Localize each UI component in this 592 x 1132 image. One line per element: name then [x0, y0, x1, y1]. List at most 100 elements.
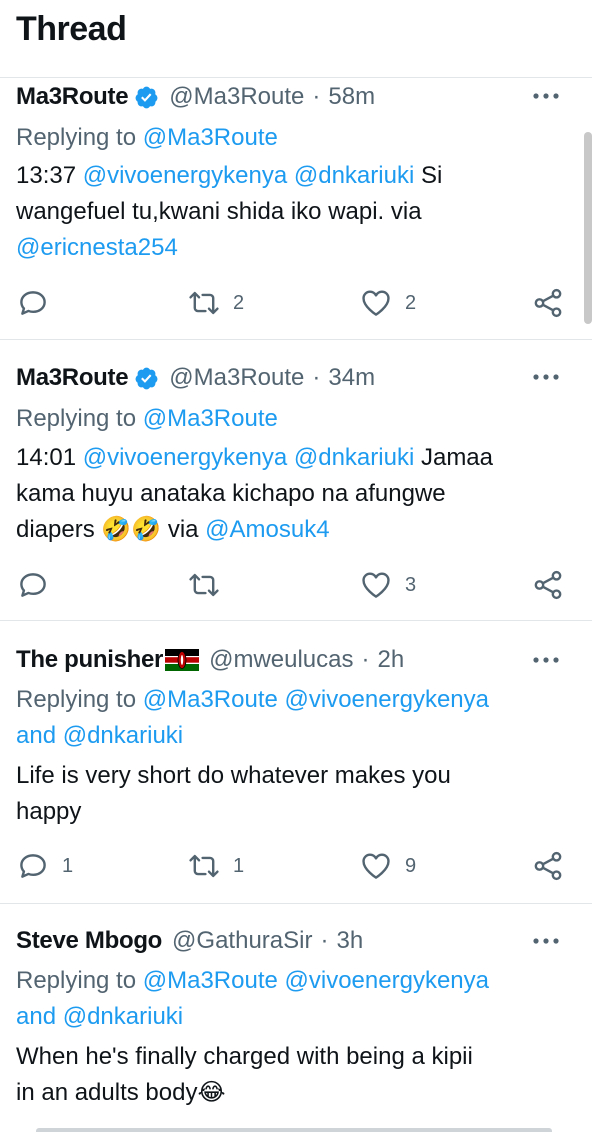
share-button[interactable] — [531, 565, 565, 605]
retweet-count: 2 — [233, 291, 245, 314]
mention-link[interactable]: @dnkariuki — [294, 444, 414, 471]
replying-to: Replying to @Ma3Route — [16, 124, 278, 151]
share-button[interactable] — [531, 846, 565, 886]
timestamp[interactable]: 2h — [378, 646, 405, 674]
like-button[interactable]: 3 — [359, 565, 416, 605]
heart-icon — [362, 853, 390, 879]
replying-to-and[interactable]: and @dnkariuki — [16, 999, 489, 1035]
tweet-text-segment: wangefuel tu,kwani shida iko wapi. via — [16, 198, 422, 225]
replying-to: Replying to @Ma3Route @vivoenergykenya a… — [16, 682, 489, 754]
kenya-flag-icon — [165, 649, 200, 671]
share-icon — [534, 570, 562, 600]
more-options-icon[interactable] — [530, 84, 562, 108]
more-options-icon[interactable] — [530, 365, 562, 389]
share-icon — [534, 288, 562, 318]
author-handle[interactable]: @Ma3Route — [169, 364, 304, 392]
tweet-text-segment: 13:37 — [16, 162, 83, 189]
tweet-text-segment: 14:01 — [16, 444, 83, 471]
retweet-count: 1 — [233, 854, 245, 877]
tweet-actions: 3 — [0, 565, 592, 605]
mention-link[interactable]: @vivoenergykenya — [83, 162, 287, 189]
tweet-actions: 2 2 — [0, 283, 592, 323]
tweet-header: Ma3Route @Ma3Route · 58m — [16, 80, 592, 114]
reply-button[interactable]: 1 — [16, 846, 73, 886]
retweet-icon — [189, 291, 219, 315]
tweet-header: Ma3Route @Ma3Route · 34m — [16, 361, 592, 395]
retweet-button[interactable]: 1 — [187, 846, 244, 886]
tweet-text-line: @ericnesta254 — [16, 230, 561, 266]
replying-to-and[interactable]: and @dnkariuki — [16, 718, 489, 754]
mention-link[interactable]: @vivoenergykenya — [83, 444, 287, 471]
tweet[interactable]: Ma3Route @Ma3Route · 34m Replying to @Ma… — [0, 341, 592, 621]
thread-header: Thread — [0, 0, 592, 78]
more-options-icon[interactable] — [530, 648, 562, 672]
like-count: 9 — [405, 854, 417, 877]
retweet-icon — [189, 573, 219, 597]
bottom-edge-bar — [36, 1128, 552, 1132]
tweet-text: Life is very short do whatever makes you… — [16, 758, 561, 830]
tweet-text-line: in an adults body😂 — [16, 1075, 561, 1111]
like-button[interactable]: 2 — [359, 283, 416, 323]
tweet-text-segment: diapers 🤣🤣 via — [16, 516, 206, 543]
replying-to: Replying to @Ma3Route @vivoenergykenya a… — [16, 963, 489, 1035]
timestamp[interactable]: 34m — [328, 364, 375, 392]
tweet-text-line: When he's finally charged with being a k… — [16, 1039, 561, 1075]
tweet-text-line: wangefuel tu,kwani shida iko wapi. via — [16, 194, 561, 230]
retweet-icon — [189, 854, 219, 878]
mention-link[interactable]: @dnkariuki — [294, 162, 414, 189]
tweet-actions: 1 1 9 — [0, 846, 592, 886]
tweet-text: 14:01 @vivoenergykenya @dnkariuki Jamaa k… — [16, 440, 561, 548]
verified-badge-icon — [135, 367, 158, 389]
reply-icon — [20, 291, 46, 315]
share-button[interactable] — [531, 283, 565, 323]
timestamp[interactable]: 58m — [328, 83, 375, 111]
tweet-text: When he's finally charged with being a k… — [16, 1039, 561, 1111]
scrollbar[interactable] — [584, 132, 592, 324]
reply-count: 1 — [62, 854, 74, 877]
tweet-header: The punisher @mweulucas · 2h — [16, 643, 592, 677]
tweet-text-line: kama huyu anataka kichapo na afungwe — [16, 476, 561, 512]
retweet-button[interactable]: 2 — [187, 283, 244, 323]
tweet-text-line: diapers 🤣🤣 via @Amosuk4 — [16, 512, 561, 548]
replying-to-link[interactable]: @Ma3Route @vivoenergykenya — [143, 686, 489, 713]
tweet-header: Steve Mbogo @GathuraSir · 3h — [16, 924, 592, 958]
more-options-icon[interactable] — [530, 929, 562, 953]
timestamp[interactable]: 3h — [336, 927, 363, 955]
author-name[interactable]: Steve Mbogo — [16, 927, 162, 955]
tweet-text-segment: kama huyu anataka kichapo na afungwe — [16, 480, 446, 507]
like-button[interactable]: 9 — [359, 846, 416, 886]
separator-dot: · — [312, 83, 321, 110]
author-handle[interactable]: @Ma3Route — [169, 83, 304, 111]
retweet-button[interactable] — [187, 565, 233, 605]
tweet-text-segment: Life is very short do whatever makes you — [16, 762, 451, 789]
author-name[interactable]: Ma3Route — [16, 364, 129, 392]
like-count: 3 — [405, 573, 417, 596]
separator-dot: · — [320, 927, 329, 954]
verified-badge-icon — [135, 86, 158, 108]
mention-link[interactable]: @ericnesta254 — [16, 234, 178, 261]
tweet-text-line: Life is very short do whatever makes you — [16, 758, 561, 794]
heart-icon — [362, 290, 390, 316]
tweet-text-line: 13:37 @vivoenergykenya @dnkariuki Si — [16, 158, 561, 194]
like-count: 2 — [405, 291, 417, 314]
replying-to-link[interactable]: @Ma3Route — [143, 124, 278, 151]
tweet-text-line: 14:01 @vivoenergykenya @dnkariuki Jamaa — [16, 440, 561, 476]
separator-dot: · — [312, 364, 321, 391]
author-handle[interactable]: @GathuraSir — [172, 927, 312, 955]
author-name[interactable]: The punisher — [16, 646, 163, 674]
replying-to-link[interactable]: @Ma3Route — [143, 405, 278, 432]
tweet-text-line: happy — [16, 794, 561, 830]
replying-to-link[interactable]: @Ma3Route @vivoenergykenya — [143, 967, 489, 994]
reply-icon — [20, 573, 46, 597]
reply-button[interactable] — [16, 283, 62, 323]
mention-link[interactable]: @Amosuk4 — [205, 516, 329, 543]
author-handle[interactable]: @mweulucas — [209, 646, 353, 674]
tweet[interactable]: Ma3Route @Ma3Route · 58m Replying to @Ma… — [0, 78, 592, 340]
share-icon — [534, 851, 562, 881]
tweet[interactable]: Steve Mbogo @GathuraSir · 3h Replying to… — [0, 905, 592, 1132]
reply-button[interactable] — [16, 565, 62, 605]
tweet-text-segment: Si — [414, 162, 443, 189]
author-name[interactable]: Ma3Route — [16, 83, 129, 111]
tweet[interactable]: The punisher @mweulucas · 2h Replying to… — [0, 622, 592, 904]
heart-icon — [362, 572, 390, 598]
